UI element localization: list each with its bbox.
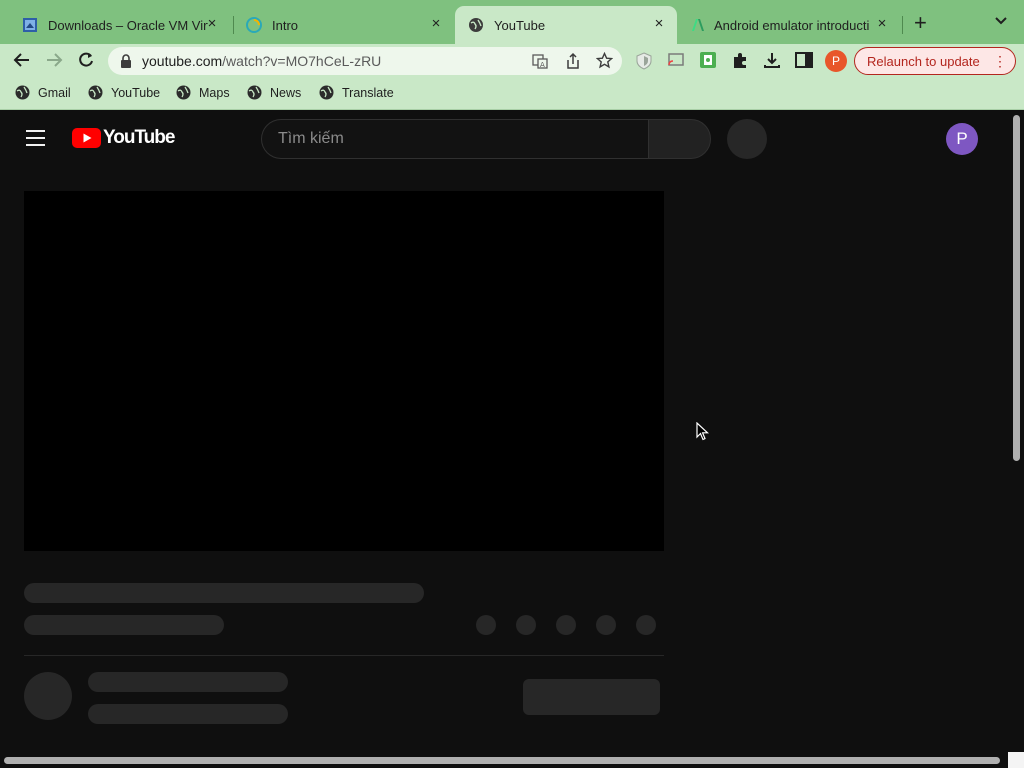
- tab-separator: [902, 16, 903, 34]
- action-skeleton: [476, 615, 496, 635]
- tab-close-icon[interactable]: ×: [428, 16, 444, 32]
- cast-extension-icon[interactable]: [667, 52, 685, 73]
- channel-name-skeleton: [88, 672, 288, 692]
- vertical-scrollbar[interactable]: [1013, 115, 1020, 461]
- share-icon[interactable]: [565, 52, 581, 75]
- search-input[interactable]: Tìm kiếm: [261, 119, 649, 159]
- bookmark-maps[interactable]: Maps: [176, 85, 230, 100]
- lock-icon[interactable]: [120, 54, 132, 73]
- divider: [24, 655, 664, 656]
- subscribe-skeleton: [523, 679, 660, 715]
- hamburger-menu-icon[interactable]: [26, 130, 46, 146]
- youtube-logo[interactable]: YouTube: [72, 127, 175, 149]
- url-text[interactable]: youtube.com/watch?v=MO7hCeL-zRU: [142, 53, 381, 69]
- account-avatar[interactable]: P: [946, 123, 978, 155]
- forward-arrow-icon[interactable]: [43, 49, 65, 71]
- mouse-pointer-icon: [696, 421, 710, 446]
- notes-extension-icon[interactable]: [699, 51, 717, 74]
- globe-icon: [88, 85, 103, 100]
- voice-search-button[interactable]: [727, 119, 767, 159]
- globe-icon: [319, 85, 334, 100]
- back-arrow-icon[interactable]: [11, 49, 33, 71]
- action-skeleton: [556, 615, 576, 635]
- tab-youtube[interactable]: YouTube ×: [455, 6, 677, 44]
- globe-icon: [468, 17, 484, 33]
- tab-title: Android emulator introducti: [714, 17, 870, 33]
- intro-favicon-icon: [246, 17, 262, 33]
- globe-icon: [176, 85, 191, 100]
- title-skeleton: [24, 583, 424, 603]
- chrome-menu-icon[interactable]: ⋮: [993, 53, 1007, 70]
- new-tab-button[interactable]: +: [914, 12, 927, 34]
- tab-title: Intro: [272, 17, 299, 33]
- youtube-page: YouTube Tìm kiếm P: [0, 110, 1024, 768]
- tab-close-icon[interactable]: ×: [651, 16, 667, 32]
- youtube-wordmark: YouTube: [103, 127, 175, 148]
- horizontal-scrollbar[interactable]: [4, 757, 1000, 764]
- browser-toolbar: youtube.com/watch?v=MO7hCeL-zRU A P Rela…: [0, 44, 1024, 77]
- virtualbox-favicon-icon: [22, 17, 38, 33]
- meta-skeleton: [24, 615, 224, 635]
- bookmark-youtube[interactable]: YouTube: [88, 85, 160, 100]
- bookmark-star-icon[interactable]: [595, 51, 614, 74]
- search-button[interactable]: [648, 119, 711, 159]
- scrollbar-corner: [1008, 752, 1024, 768]
- android-favicon-icon: [690, 17, 706, 33]
- bookmark-translate[interactable]: Translate: [319, 85, 394, 100]
- channel-avatar-skeleton: [24, 672, 72, 720]
- tab-intro[interactable]: Intro ×: [228, 6, 454, 44]
- globe-icon: [15, 85, 30, 100]
- tab-downloads[interactable]: Downloads – Oracle VM Virt ×: [4, 6, 230, 44]
- bookmark-news[interactable]: News: [247, 85, 301, 100]
- tab-strip: Downloads – Oracle VM Virt × Intro × You…: [0, 0, 1024, 44]
- svg-text:A: A: [540, 61, 545, 69]
- globe-icon: [247, 85, 262, 100]
- side-panel-icon[interactable]: [795, 52, 813, 73]
- tab-search-chevron-icon[interactable]: [994, 14, 1008, 31]
- tab-close-icon[interactable]: ×: [204, 16, 220, 32]
- tab-title: YouTube: [494, 17, 546, 33]
- profile-avatar[interactable]: P: [825, 50, 847, 72]
- bookmark-gmail[interactable]: Gmail: [15, 85, 71, 100]
- address-bar[interactable]: youtube.com/watch?v=MO7hCeL-zRU A: [108, 47, 622, 75]
- relaunch-to-update-button[interactable]: Relaunch to update ⋮: [854, 47, 1016, 75]
- translate-icon[interactable]: A: [532, 53, 548, 74]
- action-skeleton: [636, 615, 656, 635]
- tab-android-emulator[interactable]: Android emulator introducti ×: [678, 6, 900, 44]
- bookmarks-bar: Gmail YouTube Maps News Translate: [0, 77, 1024, 110]
- puzzle-extensions-icon[interactable]: [731, 51, 749, 74]
- youtube-play-logo-icon: [72, 128, 101, 148]
- relaunch-label: Relaunch to update: [867, 54, 980, 69]
- tab-title: Downloads – Oracle VM Virt: [48, 17, 208, 33]
- action-skeleton: [516, 615, 536, 635]
- channel-meta-skeleton: [88, 704, 288, 724]
- reload-icon[interactable]: [75, 49, 97, 71]
- video-player[interactable]: [24, 191, 664, 551]
- tab-close-icon[interactable]: ×: [874, 16, 890, 32]
- download-icon[interactable]: [763, 51, 781, 74]
- action-skeleton: [596, 615, 616, 635]
- shield-extension-icon[interactable]: [636, 52, 652, 75]
